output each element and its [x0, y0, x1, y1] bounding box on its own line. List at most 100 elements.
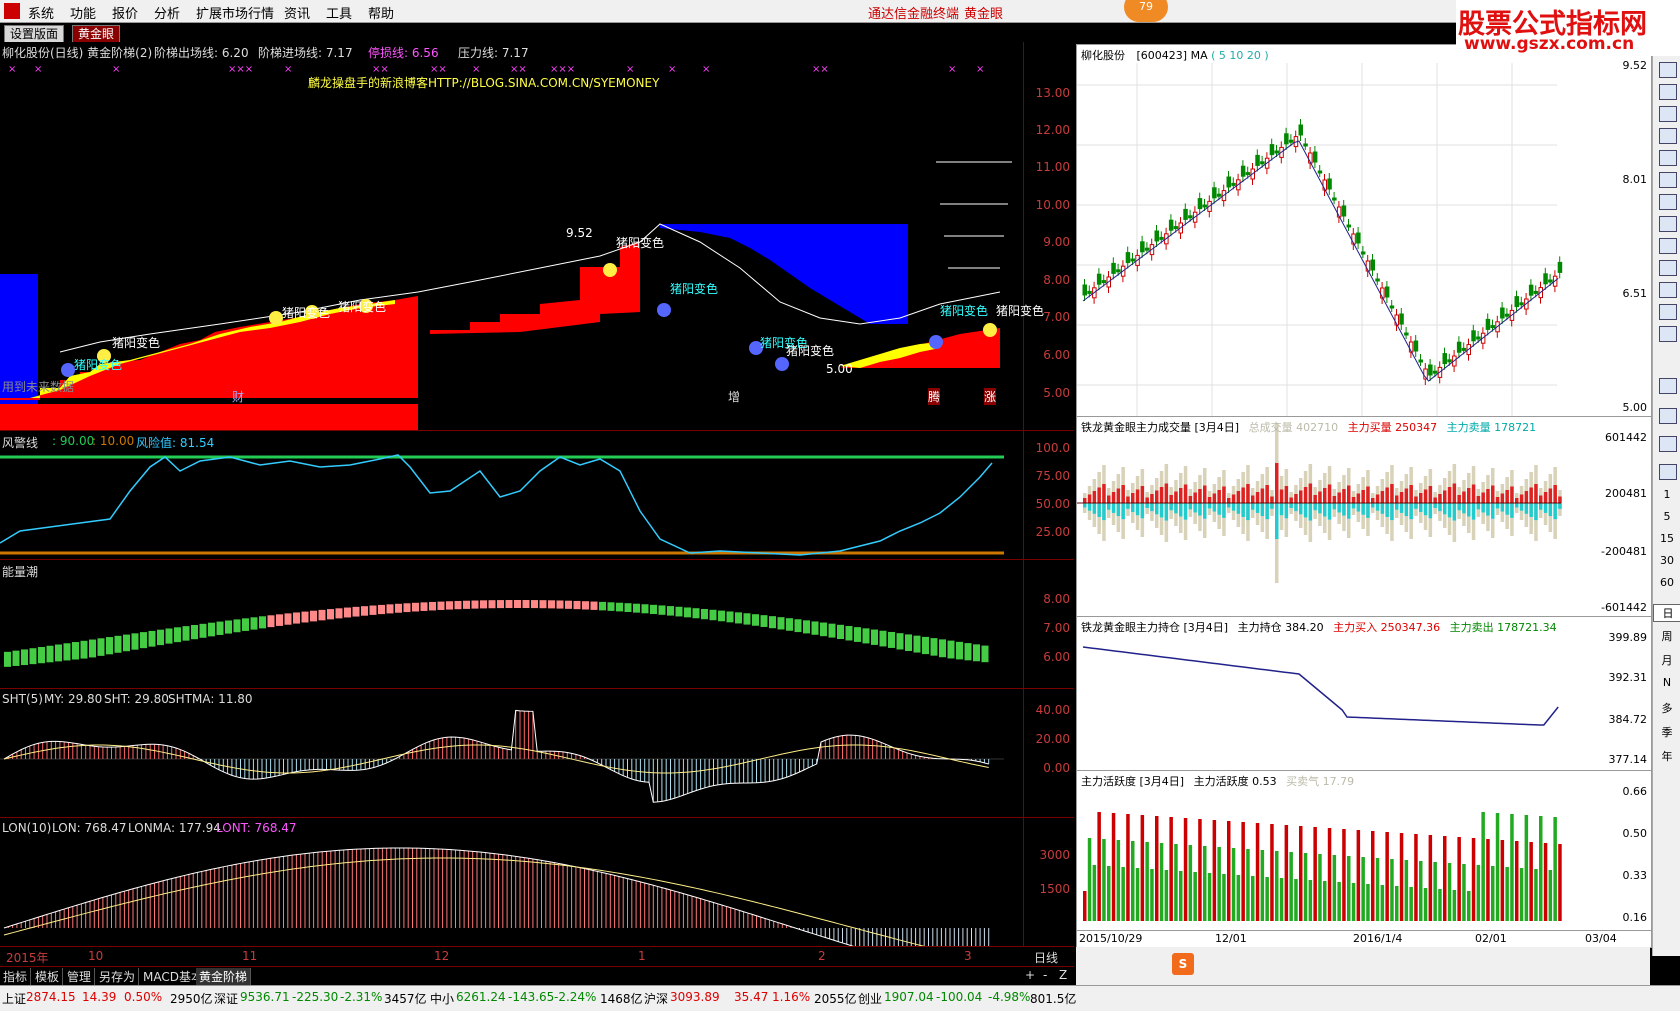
zoom-in-button[interactable]: +: [1022, 968, 1038, 982]
list-icon[interactable]: [1659, 194, 1677, 210]
activity-bar: [1395, 886, 1399, 921]
menu-help[interactable]: 帮助: [368, 3, 394, 22]
activity-bar: [1447, 863, 1452, 921]
buy-volume-bar: [1476, 496, 1481, 503]
right-position-panel[interactable]: 铁龙黄金眼主力持仓 [3月4日] 主力持仓 384.20 主力买入 250347…: [1076, 616, 1652, 772]
menu-analysis[interactable]: 分析: [154, 3, 180, 22]
refresh-icon[interactable]: [1659, 106, 1677, 122]
pen-icon[interactable]: [1659, 436, 1677, 452]
sell-volume-bar: [1303, 503, 1308, 518]
exit-icon[interactable]: [1659, 408, 1677, 424]
period-label[interactable]: 日线: [1034, 949, 1058, 966]
sogou-input-icon[interactable]: S: [1172, 953, 1194, 975]
tab-golden-ladder[interactable]: 黄金阶梯: [196, 968, 252, 985]
buy-volume-bar: [1169, 495, 1173, 503]
z-button[interactable]: Z: [1056, 968, 1070, 982]
activity-bar: [1486, 839, 1490, 921]
main-price-chart: × × × ××× × ×× ×× × ×× ××× × × × ×× × ×: [0, 64, 1012, 430]
main-price-panel[interactable]: × × × ××× × ×× ×× × ×× ××× × × × ×× × × 柳化股份(日线) 黄金…: [0, 42, 1074, 430]
buy-volume-bar: [1198, 489, 1202, 503]
y-tick: 6.51: [1622, 287, 1648, 300]
right-volume-panel[interactable]: 铁龙黄金眼主力成交量 [3月4日] 总成交量 402710 主力买量 25034…: [1076, 416, 1652, 618]
period-day[interactable]: 日: [1653, 604, 1680, 622]
lon-panel[interactable]: LON(10) LON: 768.47 LONMA: 177.94 LONT: …: [0, 818, 1074, 946]
buy-volume-bar: [1126, 496, 1130, 503]
tab-indicator[interactable]: 指标: [0, 968, 32, 985]
energy-bar: [412, 602, 419, 612]
line-chart-icon[interactable]: [1659, 150, 1677, 166]
period-1min[interactable]: 1: [1653, 488, 1680, 501]
zoom-out-button[interactable]: -: [1040, 968, 1050, 982]
buy-volume-bar: [1361, 490, 1365, 503]
toggle-icon[interactable]: [1659, 378, 1677, 394]
period-week[interactable]: 周: [1653, 628, 1680, 644]
period-year[interactable]: 年: [1653, 748, 1680, 764]
y-tick: 75.00: [1035, 469, 1070, 483]
sell-volume-bar: [1481, 503, 1485, 513]
buy-volume-bar: [1227, 498, 1231, 503]
menu-system[interactable]: 系统: [28, 3, 54, 22]
report-icon[interactable]: [1659, 238, 1677, 254]
candle-body: [1432, 370, 1438, 374]
scroll-up-icon[interactable]: [1659, 62, 1677, 78]
menu-tools[interactable]: 工具: [326, 3, 352, 22]
activity-bar: [1467, 891, 1471, 921]
grid-icon[interactable]: [1659, 128, 1677, 144]
activity-bar: [1505, 867, 1509, 921]
y-tick: 5.00: [1043, 386, 1070, 400]
activity-bar: [1212, 820, 1217, 921]
tab-template[interactable]: 模板: [32, 968, 64, 985]
energy-bar: [463, 600, 470, 609]
site-banner: 股票公式指标网 www.gszx.com.cn: [1456, 0, 1680, 56]
energy-bar: [250, 617, 258, 630]
candle-body: [1096, 273, 1102, 285]
layout-tabs: 设置版面 黄金眼: [0, 23, 1456, 43]
energy-bar: [165, 628, 173, 644]
filter-icon[interactable]: [1659, 304, 1677, 320]
candle-body: [1188, 215, 1193, 219]
sell-volume-bar: [1433, 503, 1437, 508]
risk-panel[interactable]: 风警线 : 90.00 : 10.00 风险值: 81.54 100.0 75.…: [0, 431, 1074, 559]
tab-save-as[interactable]: 另存为: [96, 968, 140, 985]
energy-bar: [454, 600, 462, 610]
right-activity-panel[interactable]: 主力活跃度 [3月4日] 主力活跃度 0.53 买卖气 17.79 0.66 0…: [1076, 770, 1652, 932]
buy-volume-bar: [1471, 484, 1476, 503]
period-15min[interactable]: 15: [1653, 532, 1680, 545]
risk-value-line: [0, 454, 993, 556]
sht-panel[interactable]: SHT(5) MY: 29.80 SHT: 29.80 SHTMA: 11.80…: [0, 689, 1074, 817]
link-icon[interactable]: [1659, 464, 1677, 480]
tab-manage[interactable]: 管理: [64, 968, 96, 985]
period-quarter[interactable]: 季: [1653, 724, 1680, 740]
sell-volume-bar: [1279, 503, 1284, 516]
menu-extended-market[interactable]: 扩展市场行情: [196, 3, 274, 22]
scroll-down-icon[interactable]: [1659, 84, 1677, 100]
fiz-icon[interactable]: [1659, 282, 1677, 298]
period-month[interactable]: 月: [1653, 652, 1680, 668]
chart-icon[interactable]: [1659, 260, 1677, 276]
period-60min[interactable]: 60: [1653, 576, 1680, 589]
globe-icon[interactable]: [1659, 326, 1677, 342]
energy-tide-panel[interactable]: 能量潮 8.00 7.00 6.00: [0, 560, 1074, 688]
period-5min[interactable]: 5: [1653, 510, 1680, 523]
menu-quote[interactable]: 报价: [112, 3, 138, 22]
tab-golden-eye[interactable]: 黄金眼: [72, 25, 121, 43]
position-buy-label: 主力买入: [1333, 621, 1378, 634]
right-price-panel[interactable]: 柳化股份 [600423] MA ( 5 10 20 ) 9.52 8.01 6…: [1076, 44, 1652, 418]
notification-badge[interactable]: 79: [1124, 0, 1168, 22]
period-30min[interactable]: 30: [1653, 554, 1680, 567]
lon-title: LON(10): [2, 821, 52, 835]
tab-layout-settings[interactable]: 设置版面: [4, 25, 65, 43]
sell-volume-bar: [1375, 503, 1380, 511]
signal-label-8: 猪阳变色: [786, 344, 835, 358]
energy-bar: [667, 606, 674, 616]
energy-bar: [4, 651, 11, 667]
energy-bar: [259, 616, 266, 629]
energy-bar: [718, 610, 725, 622]
menu-news[interactable]: 资讯: [284, 3, 310, 22]
energy-bar: [896, 633, 904, 650]
period-multi[interactable]: 多: [1653, 700, 1680, 716]
kline-icon[interactable]: [1659, 172, 1677, 188]
period-n[interactable]: N: [1653, 676, 1680, 689]
menu-function[interactable]: 功能: [70, 3, 96, 22]
f10-icon[interactable]: [1659, 216, 1677, 232]
